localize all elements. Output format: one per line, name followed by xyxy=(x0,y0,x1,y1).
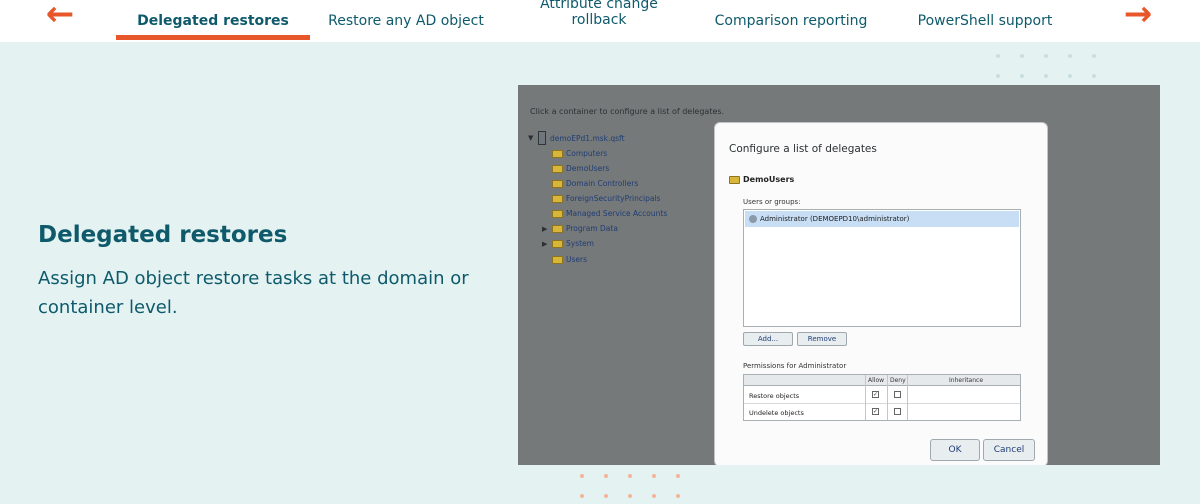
tree-item-label: Managed Service Accounts xyxy=(566,209,668,218)
arrow-left-icon[interactable]: ← xyxy=(40,0,80,32)
permission-row: Restore objects ✓ xyxy=(744,387,1020,404)
column-divider xyxy=(907,375,908,420)
deny-checkbox[interactable] xyxy=(894,391,901,398)
permissions-header: Allow Deny Inheritance xyxy=(744,375,1020,386)
dot xyxy=(604,474,608,478)
permissions-label: Permissions for Administrator xyxy=(743,362,847,370)
tree-item[interactable]: DemoUsers xyxy=(542,164,609,173)
tree-item-label: Computers xyxy=(566,149,608,158)
tree-item-label: Program Data xyxy=(566,224,618,233)
tree-item[interactable]: ForeignSecurityPrincipals xyxy=(542,194,660,203)
permissions-table: Allow Deny Inheritance Restore objects ✓… xyxy=(743,374,1021,421)
tab-label-line1: Attribute change xyxy=(540,0,658,12)
col-inheritance: Inheritance xyxy=(949,377,984,384)
dot xyxy=(652,474,656,478)
tree-item[interactable]: Managed Service Accounts xyxy=(542,209,667,218)
expand-icon[interactable]: ▶ xyxy=(542,240,552,248)
feature-description: Assign AD object restore tasks at the do… xyxy=(38,268,469,318)
tree-item-label: Domain Controllers xyxy=(566,179,639,188)
folder-icon xyxy=(552,209,563,218)
dot xyxy=(676,474,680,478)
cancel-button[interactable]: Cancel xyxy=(983,439,1035,461)
tab-label: Restore any AD object xyxy=(328,13,484,29)
tree-root-label: demoEPd1.msk.qsft xyxy=(550,133,625,143)
folder-icon xyxy=(552,149,563,158)
tree-item-label: System xyxy=(566,239,594,248)
tree-item[interactable]: ▶ Program Data xyxy=(542,224,618,233)
allow-checkbox[interactable]: ✓ xyxy=(872,391,879,398)
dot xyxy=(628,494,632,498)
tab-label: PowerShell support xyxy=(917,13,1053,29)
dot xyxy=(580,474,584,478)
users-label: Users or groups: xyxy=(743,198,801,206)
allow-checkbox[interactable]: ✓ xyxy=(872,408,879,415)
tree-item-label: ForeignSecurityPrincipals xyxy=(566,194,661,203)
permission-name: Restore objects xyxy=(749,392,800,400)
tree-item-label: DemoUsers xyxy=(566,164,610,173)
dot xyxy=(1068,74,1072,78)
dot xyxy=(604,494,608,498)
container-name: DemoUsers xyxy=(743,175,795,184)
tab-label: Delegated restores xyxy=(137,13,289,29)
folder-icon xyxy=(552,239,563,248)
collapse-icon: ▼ xyxy=(528,134,534,142)
active-tab-indicator xyxy=(116,35,310,40)
dot xyxy=(580,494,584,498)
expand-icon[interactable]: ▶ xyxy=(542,225,552,233)
dot xyxy=(676,494,680,498)
delegates-dialog: Configure a list of delegates DemoUsers … xyxy=(714,122,1048,465)
tree-item[interactable]: ▶ System xyxy=(542,239,594,248)
tab-label: Comparison reporting xyxy=(714,13,868,29)
arrow-right-icon[interactable]: → xyxy=(1118,0,1158,32)
tree-item[interactable]: Computers xyxy=(542,149,607,158)
deny-checkbox[interactable] xyxy=(894,408,901,415)
dot xyxy=(652,494,656,498)
user-icon xyxy=(749,215,757,223)
permission-row: Undelete objects ✓ xyxy=(744,404,1020,421)
add-button[interactable]: Add... xyxy=(743,332,793,346)
users-list[interactable]: Administrator (DEMOEPD10\administrator) xyxy=(743,209,1021,327)
user-row[interactable]: Administrator (DEMOEPD10\administrator) xyxy=(745,211,1019,227)
dot xyxy=(1092,54,1096,58)
col-deny: Deny xyxy=(890,377,906,384)
dot xyxy=(1020,54,1024,58)
dialog-title: Configure a list of delegates xyxy=(729,143,877,155)
folder-icon xyxy=(552,224,563,233)
feature-title: Delegated restores xyxy=(38,222,288,248)
permission-name: Undelete objects xyxy=(749,409,804,417)
folder-icon xyxy=(552,179,563,188)
folder-icon xyxy=(552,255,563,264)
product-screenshot: Click a container to configure a list of… xyxy=(518,85,1160,465)
user-name: Administrator (DEMOEPD10\administrator) xyxy=(760,215,910,223)
tree-item[interactable]: Users xyxy=(542,255,587,264)
dot xyxy=(1044,54,1048,58)
tab-attribute-change-rollback[interactable]: Attribute change rollback xyxy=(510,0,688,38)
ok-button[interactable]: OK xyxy=(930,439,980,461)
dot xyxy=(1092,74,1096,78)
dot xyxy=(996,54,1000,58)
remove-button[interactable]: Remove xyxy=(797,332,847,346)
dot xyxy=(1068,54,1072,58)
tree-root[interactable]: ▼ demoEPd1.msk.qsft xyxy=(528,131,625,145)
dot xyxy=(1020,74,1024,78)
dot xyxy=(628,474,632,478)
folder-icon xyxy=(729,175,740,184)
col-allow: Allow xyxy=(868,377,885,384)
dot xyxy=(996,74,1000,78)
screenshot-hint: Click a container to configure a list of… xyxy=(530,107,725,116)
feature-tab-bar: ← Delegated restores Restore any AD obje… xyxy=(0,0,1200,42)
tab-label-line2: rollback xyxy=(571,12,627,28)
tree-item[interactable]: Domain Controllers xyxy=(542,179,638,188)
folder-icon xyxy=(552,164,563,173)
folder-icon xyxy=(552,194,563,203)
tab-comparison-reporting[interactable]: Comparison reporting xyxy=(700,0,882,42)
tree-item-label: Users xyxy=(566,255,588,264)
dot xyxy=(1044,74,1048,78)
server-icon xyxy=(538,131,546,145)
dialog-container: DemoUsers xyxy=(729,175,794,184)
column-divider xyxy=(887,375,888,420)
tab-restore-any-ad-object[interactable]: Restore any AD object xyxy=(320,0,492,42)
column-divider xyxy=(865,375,866,420)
tab-powershell-support[interactable]: PowerShell support xyxy=(900,0,1070,42)
